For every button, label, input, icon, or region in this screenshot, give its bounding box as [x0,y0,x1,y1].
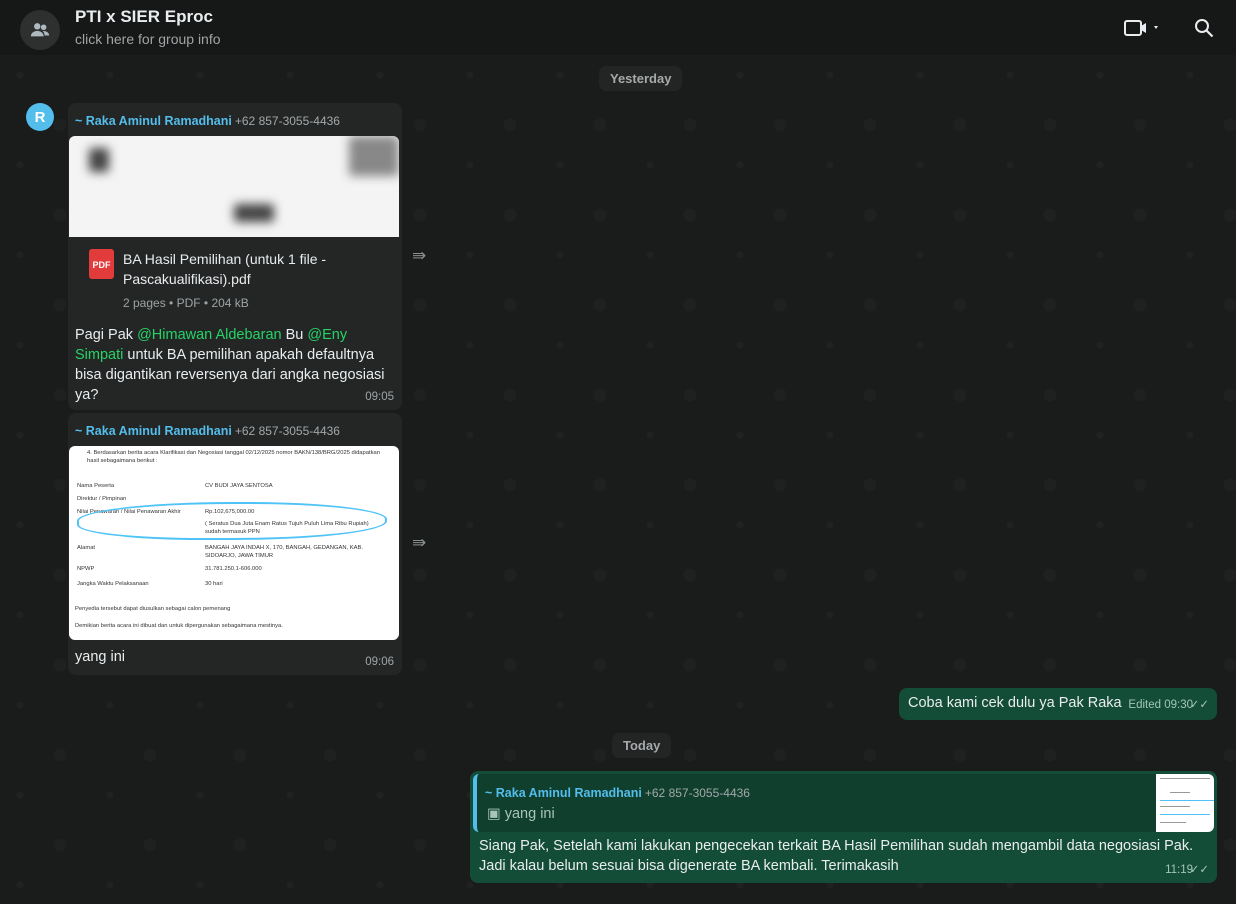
message-time: 09:06 [365,656,394,668]
quoted-thumbnail [1156,774,1214,832]
quoted-text: yang ini [504,806,555,822]
quoted-phone: +62 857-3055-4436 [644,786,750,800]
date-divider-today: Today [612,733,672,758]
message-incoming: ~ Raka Aminul Ramadhani +62 857-3055-4436… [68,413,402,675]
mention[interactable]: @Himawan Aldebaran [137,327,282,343]
chat-header[interactable]: PTI x SIER Eproc click here for group in… [0,0,1236,55]
video-call-button[interactable] [1124,19,1160,42]
search-icon [1195,19,1214,38]
document-name: BA Hasil Pemilihan (untuk 1 file - Pasca… [123,251,327,287]
video-camera-icon [1124,20,1158,36]
search-button[interactable] [1194,18,1214,43]
message-text: yang ini [75,649,125,665]
message-outgoing: Coba kami cek dulu ya Pak Raka Edited 09… [899,688,1217,720]
date-divider-yesterday: Yesterday [599,66,683,91]
document-attachment[interactable]: PDF BA Hasil Pemilihan (untuk 1 file - P… [69,136,399,320]
group-info-link[interactable]: click here for group info [75,31,221,47]
message-text: Pagi Pak @Himawan Aldebaran Bu @Eny Simp… [75,327,385,403]
sender-avatar[interactable]: R [26,103,54,131]
document-meta: 2 pages • PDF • 204 kB [123,296,249,310]
group-icon [30,23,50,37]
group-avatar[interactable] [20,10,60,50]
message-time: Edited 09:30 [1128,699,1193,711]
message-time: 09:05 [365,391,394,403]
image-attachment[interactable]: 4. Berdasarkan berita acara Klarifikasi … [69,446,399,640]
forward-icon[interactable]: ⇛ [412,533,426,553]
message-incoming: ~ Raka Aminul Ramadhani +62 857-3055-4436… [68,103,402,410]
document-preview [69,136,399,237]
message-outgoing: ~ Raka Aminul Ramadhani +62 857-3055-4436… [470,771,1217,883]
sender-phone: +62 857-3055-4436 [234,424,340,438]
sender-phone: +62 857-3055-4436 [234,114,340,128]
pdf-icon: PDF [89,249,114,279]
message-text: Siang Pak, Setelah kami lakukan pengecek… [479,838,1194,874]
image-icon: ▣ [487,806,501,822]
quoted-sender: ~ Raka Aminul Ramadhani [485,786,642,800]
message-text: Coba kami cek dulu ya Pak Raka [908,695,1122,711]
quoted-message[interactable]: ~ Raka Aminul Ramadhani +62 857-3055-4436… [473,774,1214,832]
forward-icon[interactable]: ⇛ [412,246,426,266]
double-check-icon: ✓✓ [1189,699,1209,711]
double-check-icon: ✓✓ [1189,864,1209,876]
group-title[interactable]: PTI x SIER Eproc [75,7,213,27]
sender-name[interactable]: ~ Raka Aminul Ramadhani [75,424,232,438]
sender-name[interactable]: ~ Raka Aminul Ramadhani [75,114,232,128]
